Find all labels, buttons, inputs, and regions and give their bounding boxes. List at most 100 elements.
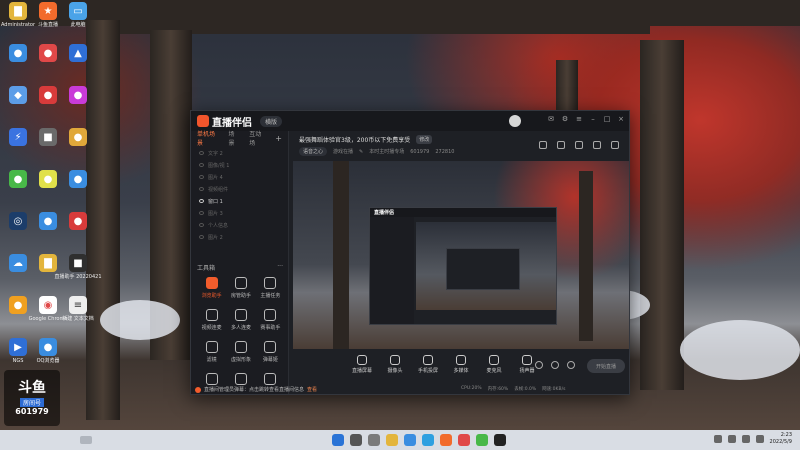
desktop-icon[interactable]: ■: [34, 128, 62, 166]
desktop-icon[interactable]: ◉ Google Chrome: [29, 296, 67, 334]
tool-browser-assistant[interactable]: 浏览助手: [197, 277, 226, 299]
lock-icon[interactable]: [557, 141, 565, 149]
orientation-toggle[interactable]: 横版: [260, 115, 283, 127]
message-icon[interactable]: ✉: [547, 115, 555, 123]
settings-icon[interactable]: ⚙: [561, 115, 569, 123]
tool-video-link[interactable]: 视频连麦: [197, 309, 226, 331]
volume-icon[interactable]: [741, 435, 750, 443]
list-item[interactable]: 图片 3: [191, 207, 288, 219]
eye-icon[interactable]: [199, 199, 204, 203]
maximize-icon[interactable]: □: [603, 115, 611, 123]
search-icon[interactable]: [350, 434, 362, 446]
store-icon[interactable]: [404, 434, 416, 446]
windows-start-icon[interactable]: [332, 434, 344, 446]
desktop-icon[interactable]: ≡ 新建 文本文档: [62, 296, 94, 334]
avatar[interactable]: [509, 115, 521, 127]
edge-icon[interactable]: [422, 434, 434, 446]
desktop-icon[interactable]: ●: [34, 212, 62, 250]
app-icon[interactable]: [458, 434, 470, 446]
douyu-icon[interactable]: [440, 434, 452, 446]
desktop-icon[interactable]: ■ 直播助手 20220421: [54, 254, 102, 292]
desktop-icon[interactable]: ▇ Administrator: [1, 2, 35, 40]
tab-scene-1[interactable]: 单机场景: [197, 129, 218, 147]
add-scene-button[interactable]: +: [275, 134, 282, 143]
edit-icon[interactable]: ✎: [359, 149, 363, 155]
desktop-icon[interactable]: ▇: [34, 254, 62, 292]
widget-icon[interactable]: [80, 436, 92, 444]
desktop-icon[interactable]: ★ 斗鱼直播: [34, 2, 62, 40]
tool-avatar[interactable]: 虚拟形象: [226, 341, 255, 363]
minimize-icon[interactable]: –: [589, 115, 597, 123]
desktop-icon[interactable]: ●: [34, 86, 62, 124]
record-icon[interactable]: [535, 361, 543, 369]
list-item[interactable]: 视频组件: [191, 183, 288, 195]
tab-scene-3[interactable]: 互动场: [249, 129, 265, 147]
tool-filter[interactable]: 滤镜: [197, 341, 226, 363]
desktop-icon[interactable]: ●: [34, 170, 62, 208]
clock[interactable]: 2:23 2022/5/9: [770, 432, 792, 446]
folder-icon[interactable]: [386, 434, 398, 446]
tab-scene-2[interactable]: 场景: [228, 129, 239, 147]
desktop-icon[interactable]: ●: [64, 170, 92, 208]
app-icon[interactable]: [476, 434, 488, 446]
clock-icon[interactable]: [551, 361, 559, 369]
taskbar: 2:23 2022/5/9: [0, 430, 800, 450]
list-item[interactable]: 图片 4: [191, 171, 288, 183]
screen-capture-button[interactable]: 直播屏幕: [347, 355, 377, 374]
eye-icon[interactable]: [199, 223, 204, 227]
desktop-icon[interactable]: ▭ 此电脑: [64, 2, 92, 40]
notice-link[interactable]: 查看: [307, 386, 317, 393]
desktop-icon[interactable]: ☁: [4, 254, 32, 292]
desktop-icon[interactable]: ●: [64, 86, 92, 124]
battery-icon[interactable]: [755, 435, 764, 443]
more-tools-button[interactable]: ···: [277, 263, 283, 272]
tool-room-manager[interactable]: 房管助手: [226, 277, 255, 299]
list-item[interactable]: 窗口 1: [191, 195, 288, 207]
list-item[interactable]: 图像/视 1: [191, 159, 288, 171]
eye-icon[interactable]: [199, 163, 204, 167]
desktop-icon[interactable]: ⚡: [4, 128, 32, 166]
app-icon: ☁: [9, 254, 27, 272]
network-icon[interactable]: [727, 435, 736, 443]
gear-icon[interactable]: [567, 361, 575, 369]
desktop-icon[interactable]: ●: [34, 44, 62, 82]
tool-tasks[interactable]: 主播任务: [256, 277, 285, 299]
gift-icon[interactable]: [575, 141, 583, 149]
list-item[interactable]: 文字 2: [191, 147, 288, 159]
list-item[interactable]: 个人信息: [191, 219, 288, 231]
desktop-icon[interactable]: ●: [4, 44, 32, 82]
tool-danmaku[interactable]: 弹幕姬: [256, 341, 285, 363]
list-item[interactable]: 图片 2: [191, 231, 288, 243]
desktop-icon[interactable]: ●: [64, 128, 92, 166]
desktop-icon[interactable]: ●: [64, 212, 92, 250]
eye-icon[interactable]: [199, 187, 204, 191]
screen-icon[interactable]: [539, 141, 547, 149]
phone-cast-button[interactable]: 手机投屏: [413, 355, 443, 374]
desktop-icon[interactable]: ●: [4, 170, 32, 208]
eye-icon[interactable]: [199, 211, 204, 215]
start-live-button[interactable]: 开始直播: [587, 359, 625, 373]
desktop-icon[interactable]: ▲: [64, 44, 92, 82]
task-view-icon[interactable]: [368, 434, 380, 446]
desktop-icon[interactable]: ◆: [4, 86, 32, 124]
eye-icon[interactable]: [199, 235, 204, 239]
desktop-icon[interactable]: ●: [4, 296, 32, 334]
edit-title-button[interactable]: 修改: [416, 135, 433, 144]
chevron-up-icon[interactable]: [713, 435, 722, 443]
media-button[interactable]: 多媒体: [446, 355, 476, 374]
eye-icon[interactable]: [199, 151, 204, 155]
stream-preview[interactable]: 直播伴侣: [293, 161, 629, 349]
close-icon[interactable]: ×: [617, 115, 625, 123]
tool-match-assistant[interactable]: 赛事助手: [256, 309, 285, 331]
tool-multi-link[interactable]: 多人连麦: [226, 309, 255, 331]
eye-icon[interactable]: [199, 175, 204, 179]
bell-icon[interactable]: [593, 141, 601, 149]
menu-icon[interactable]: ≡: [575, 115, 583, 123]
qq-icon: ●: [39, 86, 57, 104]
desktop-icon[interactable]: ◎: [4, 212, 32, 250]
share-icon[interactable]: [611, 141, 619, 149]
microphone-button[interactable]: 麦克风: [479, 355, 509, 374]
camera-button[interactable]: 摄像头: [380, 355, 410, 374]
live-companion-icon[interactable]: [494, 434, 506, 446]
category-chip[interactable]: 语音之心: [299, 147, 328, 156]
